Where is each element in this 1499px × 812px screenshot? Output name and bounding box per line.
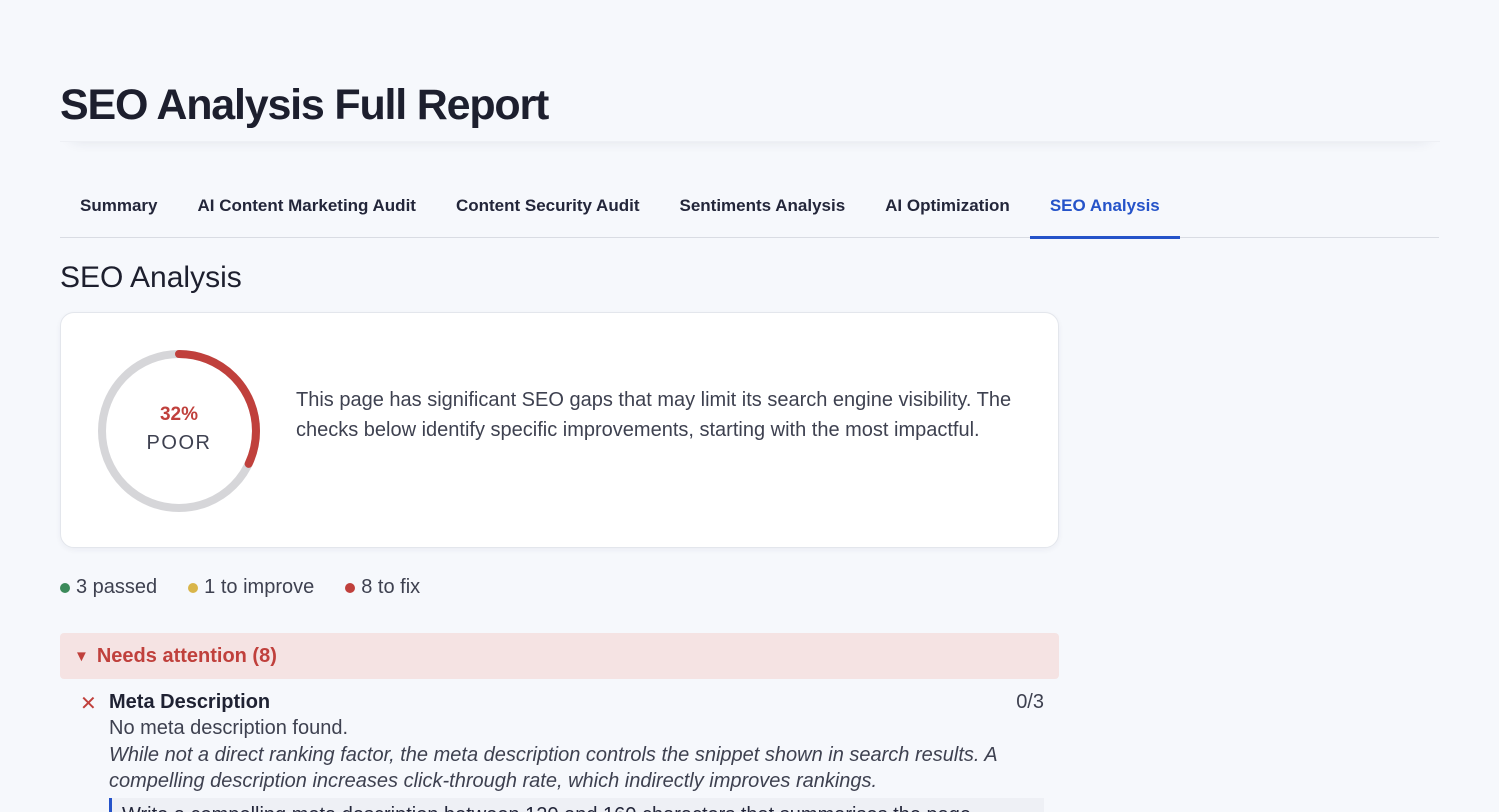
score-gauge-ring (98, 350, 260, 512)
report-tabs: Summary AI Content Marketing Audit Conte… (60, 178, 1439, 239)
report-title: SEO Analysis Full Report (60, 81, 549, 129)
tab-ai-content-marketing-audit[interactable]: AI Content Marketing Audit (177, 178, 435, 238)
score-card: 32% POOR This page has significant SEO g… (60, 312, 1059, 548)
passed-dot-icon (60, 582, 70, 593)
legend-fix: 8 to fix (345, 576, 420, 599)
legend-improve: 1 to improve (188, 576, 314, 599)
tab-ai-optimization[interactable]: AI Optimization (865, 178, 1030, 238)
check-item-meta-description: ✕ Meta Description 0/3 No meta descripti… (60, 690, 1059, 812)
section-title: SEO Analysis (60, 261, 242, 294)
check-legend: 3 passed 1 to improve 8 to fix (60, 576, 451, 599)
fail-x-icon: ✕ (80, 693, 97, 715)
legend-passed: 3 passed (60, 576, 157, 599)
tab-sentiments-analysis[interactable]: Sentiments Analysis (660, 178, 866, 238)
check-score: 0/3 (1016, 691, 1044, 713)
score-gauge: 32% POOR (97, 349, 261, 513)
fix-dot-icon (345, 582, 356, 593)
check-explanation: While not a direct ranking factor, the m… (109, 744, 997, 792)
tab-seo-analysis[interactable]: SEO Analysis (1029, 178, 1180, 239)
needs-attention-toggle[interactable]: ▼ Needs attention (8) (60, 633, 1059, 679)
score-percent: 32% (159, 404, 199, 425)
report-header: SEO Analysis Full Report (60, 78, 1440, 142)
legend-fix-label: 8 to fix (361, 576, 421, 598)
check-finding: No meta description found. (109, 717, 349, 739)
legend-passed-label: 3 passed (76, 576, 158, 598)
tab-content-security-audit[interactable]: Content Security Audit (436, 178, 660, 238)
check-title: Meta Description (109, 691, 271, 713)
improve-dot-icon (188, 582, 199, 593)
check-recommendation: Write a compelling meta description betw… (109, 798, 1044, 812)
tab-summary[interactable]: Summary (60, 178, 177, 238)
needs-attention-label: Needs attention (8) (96, 644, 277, 667)
score-rating: POOR (146, 432, 212, 454)
legend-improve-label: 1 to improve (204, 576, 315, 598)
caret-down-icon: ▼ (74, 647, 89, 665)
seo-report-page: SEO Analysis Full Report Summary AI Cont… (0, 0, 1499, 812)
score-summary: This page has significant SEO gaps that … (296, 389, 1012, 441)
